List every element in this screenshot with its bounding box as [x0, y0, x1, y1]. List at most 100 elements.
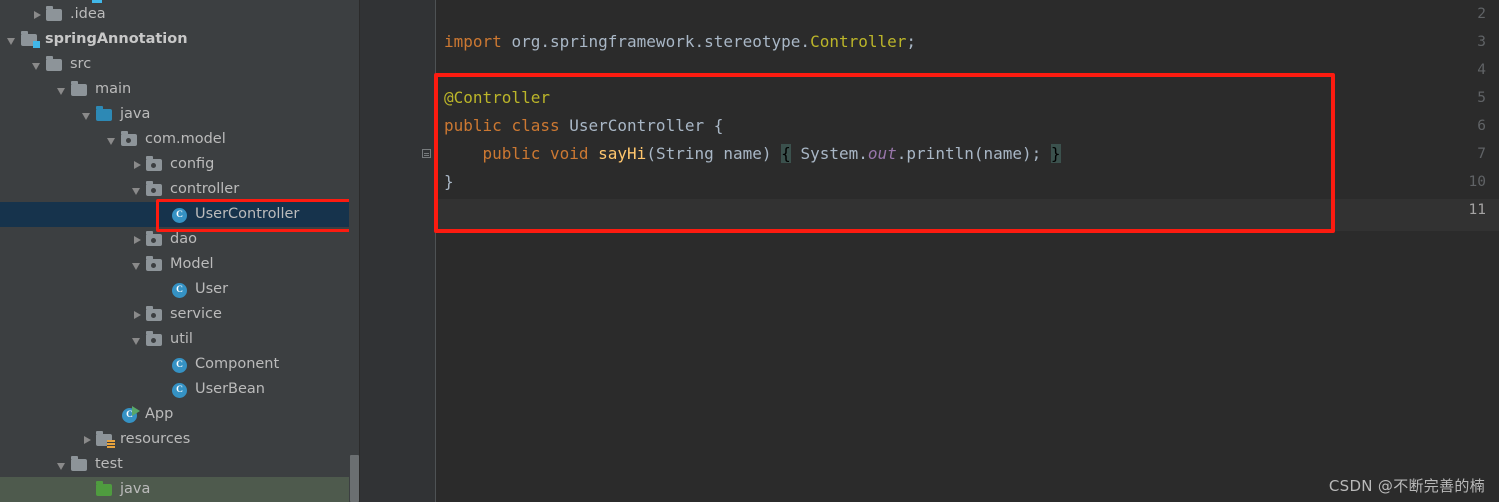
chevron-down-icon[interactable]	[29, 57, 45, 73]
tree-item-util[interactable]: util	[0, 327, 360, 352]
code-token: @Controller	[444, 88, 550, 107]
package-folder-icon	[145, 230, 165, 248]
chevron-down-icon[interactable]	[79, 107, 95, 123]
tree-item-label: config	[170, 156, 215, 173]
code-token: System.	[790, 144, 868, 163]
code-editor[interactable]: 2 3 4 5 6 7 10 11 import org.springframework.st…	[360, 0, 1499, 502]
code-token: sayHi	[598, 144, 647, 163]
chevron-down-icon[interactable]	[54, 82, 70, 98]
folder-glyph	[146, 180, 162, 196]
tree-item--idea[interactable]: .idea	[0, 2, 360, 27]
package-folder-icon	[145, 330, 165, 348]
tree-item-label: .idea	[70, 6, 106, 23]
chevron-right-icon[interactable]	[79, 432, 95, 448]
package-folder-icon	[145, 180, 165, 198]
java-class-icon: C	[170, 357, 190, 373]
green-folder-icon	[95, 480, 115, 498]
java-class-icon: C	[170, 382, 190, 398]
tree-item-java[interactable]: java	[0, 477, 360, 502]
no-toggle-spacer	[79, 482, 95, 498]
tree-item-springannotation[interactable]: springAnnotation	[0, 27, 360, 52]
tree-item-label: java	[120, 481, 151, 498]
resources-folder-icon	[95, 430, 115, 449]
tree-item-userbean[interactable]: C UserBean	[0, 377, 360, 402]
tree-item-controller[interactable]: controller	[0, 177, 360, 202]
chevron-down-icon[interactable]	[129, 332, 145, 348]
code-token: .println(name);	[896, 144, 1051, 163]
tree-item-label: UserBean	[195, 381, 265, 398]
folder-glyph	[96, 105, 112, 121]
tree-item-main[interactable]: main	[0, 77, 360, 102]
line-number-4: 4	[1477, 62, 1486, 78]
tree-item-model[interactable]: Model	[0, 252, 360, 277]
folder-glyph	[146, 305, 162, 321]
code-token: org.springframework.stereotype.	[511, 32, 811, 51]
package-folder-icon	[145, 305, 165, 323]
csdn-watermark: CSDN @不断完善的楠	[1328, 477, 1485, 495]
tree-item-test[interactable]: test	[0, 452, 360, 477]
folder-icon	[45, 55, 65, 73]
code-line-3: import org.springframework.stereotype.Co…	[444, 28, 916, 56]
line-number-10: 10	[1468, 174, 1486, 190]
chevron-down-icon[interactable]	[129, 257, 145, 273]
current-line-highlight	[436, 199, 1499, 231]
tree-item-label: dao	[170, 231, 197, 248]
java-runnable-class-icon: C	[120, 405, 140, 423]
ide-window: .idea springAnnotation src main java com.mode…	[0, 0, 1499, 502]
resources-badge-icon	[107, 439, 115, 449]
tree-item-label: service	[170, 306, 222, 323]
code-token: }	[444, 172, 454, 191]
tree-item-label: UserController	[195, 206, 300, 223]
code-token: {	[781, 144, 791, 163]
java-class-icon: C	[170, 207, 190, 223]
tree-item-com-model[interactable]: com.model	[0, 127, 360, 152]
tree-item-label: resources	[120, 431, 191, 448]
code-token: {	[713, 116, 724, 135]
tree-item-dao[interactable]: dao	[0, 227, 360, 252]
chevron-right-icon[interactable]	[129, 232, 145, 248]
code-token: class	[511, 116, 570, 135]
tree-item-label: java	[120, 106, 151, 123]
folder-glyph	[146, 155, 162, 171]
code-token: ;	[906, 32, 917, 51]
folder-glyph	[46, 55, 62, 71]
gutter-separator	[435, 0, 436, 502]
tree-item-resources[interactable]: resources	[0, 427, 360, 452]
tree-item-label: springAnnotation	[45, 31, 188, 48]
code-token: (String name)	[646, 144, 782, 163]
chevron-right-icon[interactable]	[129, 307, 145, 323]
line-number-7: 7	[1477, 146, 1486, 162]
tree-item-label: util	[170, 331, 193, 348]
folder-glyph	[146, 255, 162, 271]
line-number-gutter	[360, 0, 435, 502]
tree-item-user[interactable]: C User	[0, 277, 360, 302]
tree-item-usercontroller[interactable]: C UserController	[0, 202, 360, 227]
code-token: out	[867, 144, 897, 163]
tree-item-service[interactable]: service	[0, 302, 360, 327]
tree-item-label: controller	[170, 181, 240, 198]
tree-item-app[interactable]: C App	[0, 402, 360, 427]
chevron-down-icon[interactable]	[104, 132, 120, 148]
chevron-down-icon[interactable]	[4, 32, 20, 48]
project-tool-window[interactable]: .idea springAnnotation src main java com.mode…	[0, 0, 360, 502]
tree-item-config[interactable]: config	[0, 152, 360, 177]
chevron-down-icon[interactable]	[54, 457, 70, 473]
tree-scrollbar-thumb[interactable]	[350, 455, 359, 502]
line-number-11: 11	[1468, 202, 1486, 218]
folder-icon	[70, 80, 90, 98]
folder-glyph	[71, 80, 87, 96]
no-toggle-spacer	[104, 407, 120, 423]
chevron-right-icon[interactable]	[129, 157, 145, 173]
package-folder-icon	[145, 155, 165, 173]
tree-item-src[interactable]: src	[0, 52, 360, 77]
chevron-down-icon[interactable]	[129, 182, 145, 198]
code-token: UserController	[569, 116, 714, 135]
chevron-right-icon[interactable]	[29, 7, 45, 23]
tree-item-java[interactable]: java	[0, 102, 360, 127]
code-fold-marker-icon[interactable]	[422, 149, 431, 158]
tree-item-component[interactable]: C Component	[0, 352, 360, 377]
folder-glyph	[146, 230, 162, 246]
tree-item-label: com.model	[145, 131, 226, 148]
source-folder-icon	[95, 105, 115, 123]
